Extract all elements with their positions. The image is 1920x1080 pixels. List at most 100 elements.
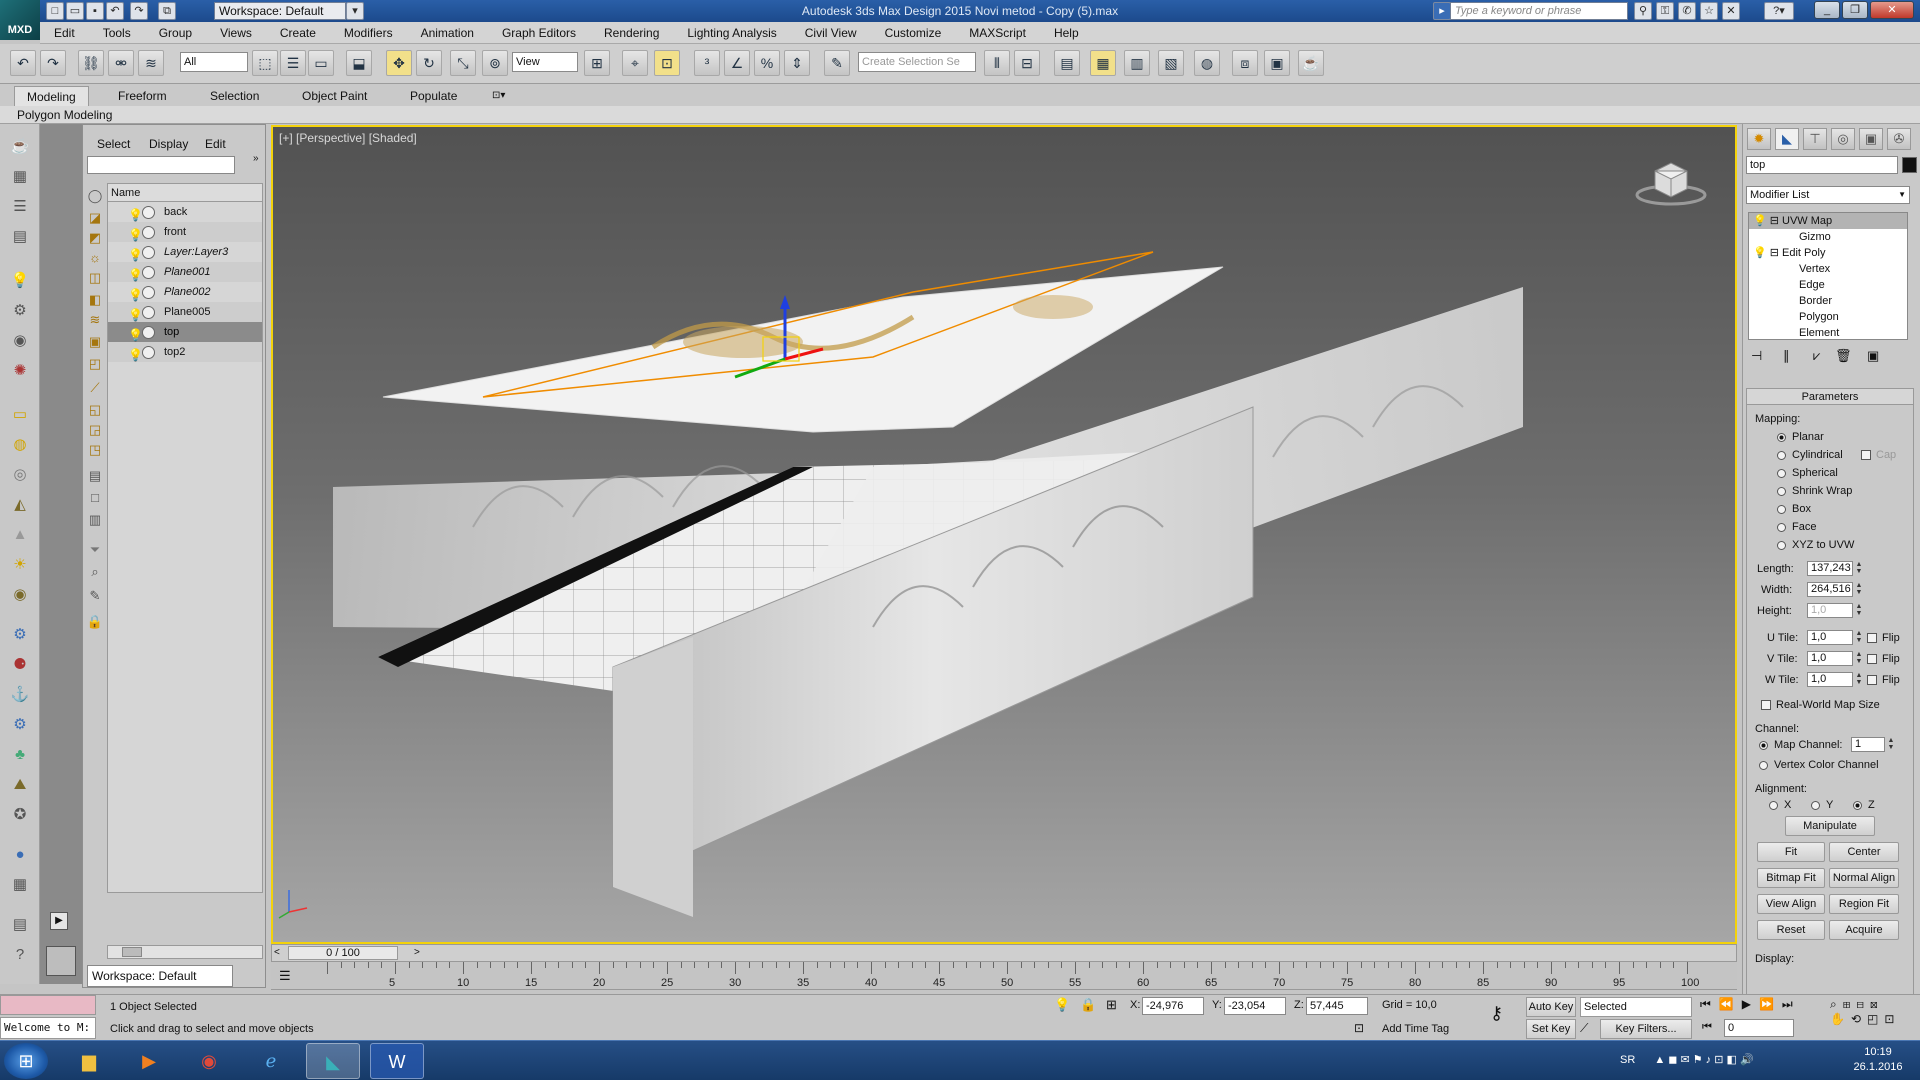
layers-icon[interactable]: ☰ — [7, 196, 33, 218]
align-y-radio[interactable]: Y — [1811, 799, 1833, 811]
table-row[interactable]: 💡 Layer:Layer3 — [108, 242, 262, 262]
menu-lighting-analysis[interactable]: Lighting Analysis — [673, 22, 790, 44]
key-tangent-icon[interactable]: ⟋ — [1580, 1021, 1588, 1036]
cylinder-icon[interactable]: ◍ — [7, 434, 33, 456]
place-icon[interactable]: ⊚ — [482, 50, 508, 76]
stack-item-edge[interactable]: Edge — [1749, 277, 1907, 293]
align-z-radio[interactable]: Z — [1853, 799, 1875, 811]
table-row[interactable]: 💡 back — [108, 202, 262, 222]
menu-create[interactable]: Create — [266, 22, 330, 44]
normal-align-button[interactable]: Normal Align — [1829, 868, 1899, 888]
helper-icon[interactable]: ⚓ — [7, 684, 33, 706]
explorer-horizontal-scrollbar[interactable] — [107, 945, 263, 959]
filter-funnel-icon[interactable]: ⏷ — [86, 541, 104, 559]
isolate-selection-icon[interactable]: 💡 — [1054, 997, 1070, 1013]
modifier-list-dropdown[interactable]: Modifier List ▼ — [1746, 186, 1910, 204]
next-frame-icon[interactable]: > — [414, 947, 420, 958]
select-and-move-icon[interactable]: ✥ — [386, 50, 412, 76]
w-tile-spinner[interactable]: ▲ ▼ — [1855, 672, 1863, 687]
motion-tab-icon[interactable]: ◎ — [1831, 128, 1855, 150]
media-player-icon[interactable]: ▶ — [122, 1043, 176, 1079]
help-search-input[interactable]: Type a keyword or phrase — [1450, 2, 1628, 20]
ribbon-options-icon[interactable]: ⊡▾ — [480, 86, 517, 106]
project-folder-icon[interactable]: ⧉ — [158, 2, 176, 20]
current-frame-field[interactable]: 0 — [1724, 1019, 1794, 1037]
viewport-layout-icon[interactable] — [46, 946, 76, 976]
angle-snap-icon[interactable]: ∠ — [724, 50, 750, 76]
menu-animation[interactable]: Animation — [407, 22, 488, 44]
explorer-workspace-dropdown[interactable]: Workspace: Default — [87, 965, 233, 987]
curve-editor-icon[interactable]: ▧ — [1158, 50, 1184, 76]
scene-explorer-toggle-icon[interactable]: ▤ — [1054, 50, 1080, 76]
material-editor-icon[interactable]: ◍ — [1194, 50, 1220, 76]
freeze-toggle-icon[interactable] — [142, 206, 155, 219]
y-coord-field[interactable]: -23,054 — [1224, 997, 1286, 1015]
hierarchy-tab-icon[interactable]: ⊤ — [1803, 128, 1827, 150]
key-icon[interactable]: ⚷ — [1490, 1003, 1503, 1024]
render-setup-icon[interactable]: ⧈ — [1232, 50, 1258, 76]
freeze-toggle-icon[interactable] — [142, 286, 155, 299]
stack-item-border[interactable]: Border — [1749, 293, 1907, 309]
w-tile-field[interactable]: 1,0 — [1807, 672, 1853, 687]
menu-tools[interactable]: Tools — [89, 22, 145, 44]
search-toggle-icon[interactable]: ▸ — [1433, 2, 1451, 20]
z-coord-field[interactable]: 57,445 — [1306, 997, 1368, 1015]
perspective-viewport[interactable]: [+] [Perspective] [Shaded] — [271, 125, 1737, 944]
length-field[interactable]: 137,243 — [1807, 561, 1853, 576]
fit-button[interactable]: Fit — [1757, 842, 1825, 862]
box-icon[interactable]: ▭ — [7, 404, 33, 426]
track-bar[interactable]: ☰ 5 10 15 20 25 30 35 40 45 50 55 60 65 70 75 80 85 90 95 1… — [271, 962, 1737, 990]
explorer-menu-display[interactable]: Display — [149, 137, 188, 151]
v-tile-spinner[interactable]: ▲ ▼ — [1855, 651, 1863, 666]
language-indicator[interactable]: SR — [1620, 1054, 1635, 1066]
render-icon[interactable]: ✺ — [7, 360, 33, 382]
restore-icon[interactable]: ❐ — [1842, 1, 1868, 19]
lock-icon[interactable]: 🔒 — [86, 613, 104, 631]
display-hidden-icon[interactable]: ◳ — [86, 441, 104, 459]
acquire-button[interactable]: Acquire — [1829, 920, 1899, 940]
modify-tab-icon[interactable]: ◣ — [1775, 128, 1799, 150]
menu-help[interactable]: Help — [1040, 22, 1093, 44]
layer-explorer-icon[interactable]: ▦ — [1090, 50, 1116, 76]
view-align-button[interactable]: View Align — [1757, 894, 1825, 914]
subscription-icon[interactable]: ⚿ — [1656, 2, 1674, 20]
render-production-icon[interactable]: ☕ — [1298, 50, 1324, 76]
3ds-max-taskbar-icon[interactable]: ◣ — [306, 1043, 360, 1079]
stack-item-element[interactable]: Element — [1749, 325, 1907, 339]
geosphere-icon[interactable]: ◉ — [7, 584, 33, 606]
help-icon[interactable]: ?▾ — [1764, 2, 1794, 20]
u-flip-checkbox[interactable]: Flip — [1867, 632, 1900, 644]
select-and-scale-icon[interactable]: ⤡ — [450, 50, 476, 76]
length-spinner[interactable]: ▲ ▼ — [1855, 561, 1863, 576]
show-end-result-icon[interactable]: ∥ — [1783, 348, 1790, 364]
select-and-rotate-icon[interactable]: ↻ — [416, 50, 442, 76]
pivot-point-icon[interactable]: ⊞ — [584, 50, 610, 76]
display-tab-icon[interactable]: ▣ — [1859, 128, 1883, 150]
stack-item-vertex[interactable]: Vertex — [1749, 261, 1907, 277]
mapping-box-radio[interactable]: Box — [1777, 503, 1811, 515]
undo-icon[interactable]: ↶ — [10, 50, 36, 76]
auto-key-button[interactable]: Auto Key — [1526, 997, 1576, 1017]
time-slider[interactable]: 0 / 100 — [288, 946, 398, 960]
height-field[interactable]: 1,0 — [1807, 603, 1853, 618]
v-flip-checkbox[interactable]: Flip — [1867, 653, 1900, 665]
unlink-icon[interactable]: ⚮ — [108, 50, 134, 76]
table-row[interactable]: 💡 top2 — [108, 342, 262, 362]
add-time-tag-button[interactable]: Add Time Tag — [1382, 1023, 1449, 1035]
height-spinner[interactable]: ▲ ▼ — [1855, 603, 1863, 618]
percent-snap-icon[interactable]: % — [754, 50, 780, 76]
align-x-radio[interactable]: X — [1769, 799, 1791, 811]
display-helpers-icon[interactable]: ◧ — [86, 291, 104, 309]
help-circle-icon[interactable]: ? — [7, 944, 33, 966]
table-row[interactable]: 💡 Plane002 — [108, 282, 262, 302]
light-bulb-icon[interactable]: 💡 — [7, 270, 33, 292]
absolute-mode-icon[interactable]: ⊞ — [1106, 997, 1117, 1013]
layer-icon[interactable] — [142, 246, 155, 259]
reset-button[interactable]: Reset — [1757, 920, 1825, 940]
teapot-icon[interactable]: ☕ — [7, 136, 33, 158]
open-file-icon[interactable]: ▭ — [66, 2, 84, 20]
sphere-tool-icon[interactable]: ◉ — [7, 330, 33, 352]
clock[interactable]: 10:19 26.1.2016 — [1840, 1045, 1916, 1075]
utilities-tab-icon[interactable]: ✇ — [1887, 128, 1911, 150]
v-tile-field[interactable]: 1,0 — [1807, 651, 1853, 666]
